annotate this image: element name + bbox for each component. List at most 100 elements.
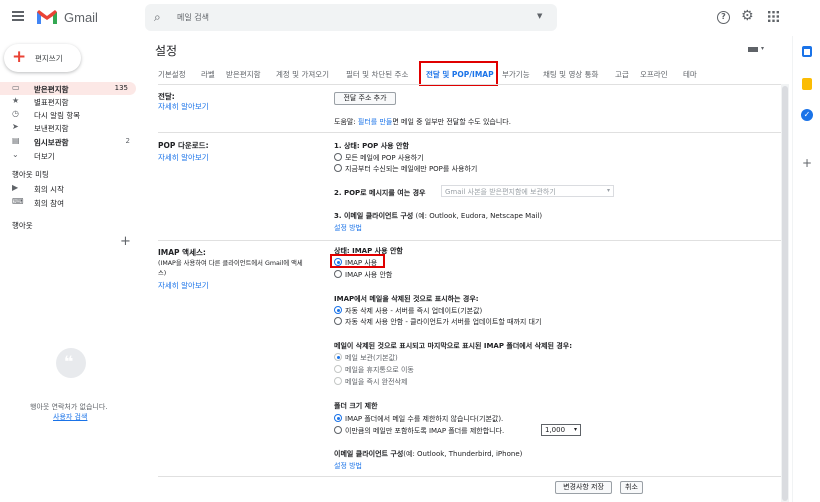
tab-filters[interactable]: 필터 및 차단된 주소: [346, 69, 408, 80]
meet-join[interactable]: ⌨ 회의 참여: [0, 196, 138, 209]
scrollbar-thumb[interactable]: [782, 86, 788, 501]
draft-icon: ▤: [12, 136, 20, 145]
forwarding-divider: [158, 132, 788, 133]
pop-when-select[interactable]: Gmail 사본을 받은편지함에 보관하기 ▾: [441, 185, 614, 197]
pop-all-radio[interactable]: [334, 153, 342, 161]
create-filter-link[interactable]: 필터를 만들: [358, 118, 392, 126]
pop-label: POP 다운로드:: [158, 141, 209, 150]
pop-divider: [158, 240, 788, 241]
gmail-logo-icon[interactable]: [36, 9, 58, 25]
tasks-icon[interactable]: ✓: [801, 109, 813, 121]
select-arrow-icon: ▾: [573, 426, 577, 433]
side-panel: ✓ +: [792, 36, 820, 502]
no-limit-label: IMAP 폴더에서 메일 수를 제한하지 않습니다(기본값).: [345, 415, 504, 423]
forwarding-tip: 도움말: 필터를 만들면 메일 중 일부만 전달할 수도 있습니다.: [334, 118, 511, 126]
imap-disable-radio[interactable]: [334, 270, 342, 278]
sidebar-item-starred[interactable]: ★ 별표편지함: [0, 95, 138, 108]
tab-chat-meet[interactable]: 채팅 및 영상 통화: [543, 69, 598, 80]
imap-disable-label: IMAP 사용 안함: [345, 271, 393, 279]
highlight-tab-box: [419, 61, 498, 86]
page-title: 설정: [155, 44, 178, 58]
no-limit-radio[interactable]: [334, 414, 342, 422]
auto-expunge-off-label: 자동 삭제 사용 안함 - 클라이언트가 서버를 업데이트할 때까지 대기: [345, 318, 542, 326]
tab-themes[interactable]: 테마: [683, 69, 697, 80]
trash-label: 메일을 휴지통으로 이동: [345, 366, 414, 374]
tab-offline[interactable]: 오프라인: [640, 69, 668, 80]
imap-expunge-title: 메일이 삭제된 것으로 표시되고 마지막으로 표시된 IMAP 폴더에서 삭제된…: [334, 342, 573, 350]
forwarding-learn-more[interactable]: 자세히 알아보기: [158, 101, 209, 112]
imap-label: IMAP 액세스:: [158, 248, 206, 257]
tab-advanced[interactable]: 고급: [615, 69, 629, 80]
tab-addons[interactable]: 부가기능: [502, 69, 530, 80]
tab-accounts[interactable]: 계정 및 가져오기: [276, 69, 329, 80]
auto-expunge-on-radio[interactable]: [334, 306, 342, 314]
plus-icon: +: [12, 47, 27, 67]
add-contact-icon[interactable]: +: [120, 234, 131, 249]
archive-label: 메일 보관(기본값): [345, 354, 398, 362]
input-tools-icon[interactable]: ▾: [748, 45, 768, 54]
compose-button[interactable]: + 편지쓰기: [4, 44, 81, 72]
find-user-link[interactable]: 사용자 검색: [53, 412, 87, 422]
no-contacts-text: 행아웃 연락처가 없습니다.: [30, 403, 108, 411]
archive-radio[interactable]: [334, 353, 342, 361]
meet-section-title: 행아웃 미팅: [12, 170, 49, 179]
main-menu-icon[interactable]: [12, 11, 24, 21]
tab-inbox[interactable]: 받은편지함: [226, 69, 261, 80]
hangouts-bubble-icon: ❝: [56, 348, 86, 378]
select-arrow-icon: ▾: [606, 187, 610, 194]
auto-expunge-off-radio[interactable]: [334, 317, 342, 325]
highlight-imap-enable-box: [330, 254, 385, 268]
pop-now-label: 지금부터 수신되는 메일에만 POP를 사용하기: [345, 165, 478, 173]
inbox-icon: ▭: [12, 83, 20, 92]
imap-client-line: 이메일 클라이언트 구성(예: Outlook, Thunderbird, iP…: [334, 450, 523, 458]
add-forwarding-address-button[interactable]: 전달 주소 추가: [334, 92, 396, 105]
auto-expunge-on-label: 자동 삭제 사용 - 서버를 즉시 업데이트(기본값): [345, 307, 483, 315]
clock-icon: ◷: [12, 109, 19, 118]
imap-delete-title: IMAP에서 메일을 삭제된 것으로 표시하는 경우:: [334, 295, 479, 303]
limit-label: 이만큼의 메일만 포함하도록 IMAP 폴더를 제한합니다.: [345, 427, 505, 435]
pop-setup-link[interactable]: 설정 방법: [334, 223, 362, 233]
limit-select[interactable]: 1,000 ▾: [541, 424, 581, 436]
trash-radio[interactable]: [334, 365, 342, 373]
cancel-button[interactable]: 취소: [620, 481, 643, 494]
chevron-down-icon: ⌄: [12, 150, 19, 159]
tab-general[interactable]: 기본설정: [158, 69, 186, 80]
pop-client-line: 3. 이메일 클라이언트 구성 (예: Outlook, Eudora, Net…: [334, 212, 543, 220]
tabs-divider: [158, 84, 788, 85]
folder-limit-title: 폴더 크기 제한: [334, 402, 378, 410]
search-input[interactable]: 메일 검색: [177, 12, 209, 23]
sidebar-item-snoozed[interactable]: ◷ 다시 알림 항목: [0, 108, 138, 121]
meet-start[interactable]: ▶ 회의 시작: [0, 182, 138, 195]
sidebar-item-more[interactable]: ⌄ 더보기: [0, 149, 138, 162]
tab-labels[interactable]: 라벨: [201, 69, 215, 80]
sidebar-item-sent[interactable]: ➤ 보낸편지함: [0, 121, 138, 134]
app-name: Gmail: [64, 10, 98, 25]
search-icon[interactable]: ⌕: [154, 10, 161, 25]
delete-forever-radio[interactable]: [334, 377, 342, 385]
compose-label: 편지쓰기: [35, 54, 63, 63]
pop-status: 1. 상태: POP 사용 안함: [334, 142, 409, 150]
gear-icon[interactable]: ⚙: [741, 8, 754, 24]
imap-setup-link[interactable]: 설정 방법: [334, 461, 362, 471]
sidebar-item-inbox[interactable]: ▭ 받은편지함 135: [0, 82, 136, 95]
pop-now-radio[interactable]: [334, 164, 342, 172]
apps-grid-icon[interactable]: [768, 11, 779, 22]
get-addons-icon[interactable]: +: [802, 156, 812, 170]
imap-desc-line2: 스): [158, 270, 167, 277]
imap-desc-line1: (IMAP을 사용하여 다른 클라이언트에서 Gmail에 액세: [158, 260, 303, 267]
pop-when-label: 2. POP로 메시지를 여는 경우: [334, 189, 426, 197]
calendar-icon[interactable]: [802, 46, 812, 57]
search-options-icon[interactable]: ▼: [537, 12, 542, 20]
pop-learn-more[interactable]: 자세히 알아보기: [158, 152, 209, 163]
help-icon[interactable]: ?: [717, 11, 730, 24]
top-bar: Gmail ⌕ 메일 검색 ▼ ? ⚙: [0, 0, 820, 36]
limit-radio[interactable]: [334, 426, 342, 434]
keep-icon[interactable]: [802, 78, 812, 90]
send-icon: ➤: [12, 122, 19, 131]
imap-learn-more[interactable]: 자세히 알아보기: [158, 280, 209, 291]
sidebar-item-drafts[interactable]: ▤ 임시보관함 2: [0, 135, 138, 148]
star-icon: ★: [12, 96, 20, 105]
search-bar[interactable]: ⌕ 메일 검색 ▼: [145, 4, 557, 31]
save-changes-button[interactable]: 변경사항 저장: [555, 481, 612, 494]
video-camera-icon: ▶: [12, 183, 19, 192]
